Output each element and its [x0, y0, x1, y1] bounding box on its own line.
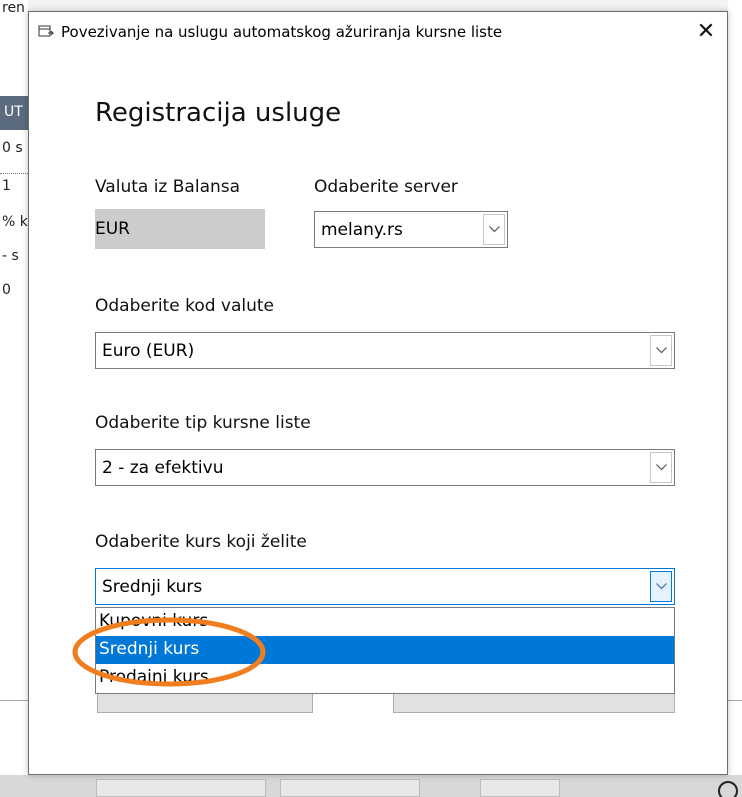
currency-code-select-value: Euro (EUR) [102, 341, 195, 361]
rate-dropdown-list: Kupovni kurs Srednji kurs Prodajni kurs [95, 607, 675, 694]
server-select-arrow[interactable] [483, 214, 505, 245]
bg-fragment: - s [2, 248, 19, 264]
window-app-icon [38, 25, 54, 37]
bg-fragment: 1 [2, 178, 11, 194]
chevron-down-icon [656, 464, 667, 471]
server-select-value: melany.rs [321, 220, 403, 240]
rate-label: Odaberite kurs koji želite [95, 532, 307, 552]
bg-fragment: 0 [2, 282, 11, 298]
chevron-down-icon [489, 226, 500, 233]
background-taskbar [0, 775, 742, 797]
bg-fragment: % k [2, 214, 28, 230]
rate-list-type-select-arrow[interactable] [650, 452, 672, 483]
rate-option[interactable]: Prodajni kurs [96, 664, 674, 692]
connection-dialog: Povezivanje na uslugu automatskog ažurir… [28, 11, 728, 775]
background-left-panel: ren UT 0 s 1 % k - s 0 [0, 0, 28, 797]
currency-value: EUR [95, 219, 130, 239]
rate-list-type-select[interactable]: 2 - za efektivu [95, 449, 675, 486]
server-select[interactable]: melany.rs [314, 211, 508, 248]
close-button[interactable]: ✕ [691, 17, 721, 47]
rate-option[interactable]: Kupovni kurs [96, 608, 674, 636]
dialog-heading: Registracija usluge [95, 98, 342, 128]
rate-option-selected[interactable]: Srednji kurs [96, 636, 674, 664]
action-button-right[interactable] [393, 691, 675, 713]
chevron-down-icon [656, 583, 667, 590]
rate-select-value: Srednji kurs [102, 577, 203, 597]
bg-fragment: ren [2, 0, 25, 16]
currency-value-field: EUR [95, 209, 265, 249]
rate-list-type-label: Odaberite tip kursne liste [95, 413, 311, 433]
bg-header-fragment: UT [0, 96, 28, 130]
action-button-left[interactable] [97, 691, 313, 713]
currency-code-select[interactable]: Euro (EUR) [95, 332, 675, 369]
bg-fragment: 0 s [2, 140, 23, 156]
background-right-panel [728, 0, 742, 797]
window-title: Povezivanje na uslugu automatskog ažurir… [61, 23, 503, 41]
rate-select-arrow[interactable] [650, 571, 672, 602]
currency-label: Valuta iz Balansa [95, 177, 241, 197]
circle-icon [718, 781, 738, 797]
currency-code-label: Odaberite kod valute [95, 296, 275, 316]
close-icon: ✕ [696, 19, 716, 44]
currency-code-select-arrow[interactable] [650, 335, 672, 366]
chevron-down-icon [656, 347, 667, 354]
rate-select[interactable]: Srednji kurs [95, 568, 675, 605]
title-bar: Povezivanje na uslugu automatskog ažurir… [29, 12, 727, 52]
rate-list-type-select-value: 2 - za efektivu [102, 458, 224, 478]
server-label: Odaberite server [314, 177, 458, 197]
